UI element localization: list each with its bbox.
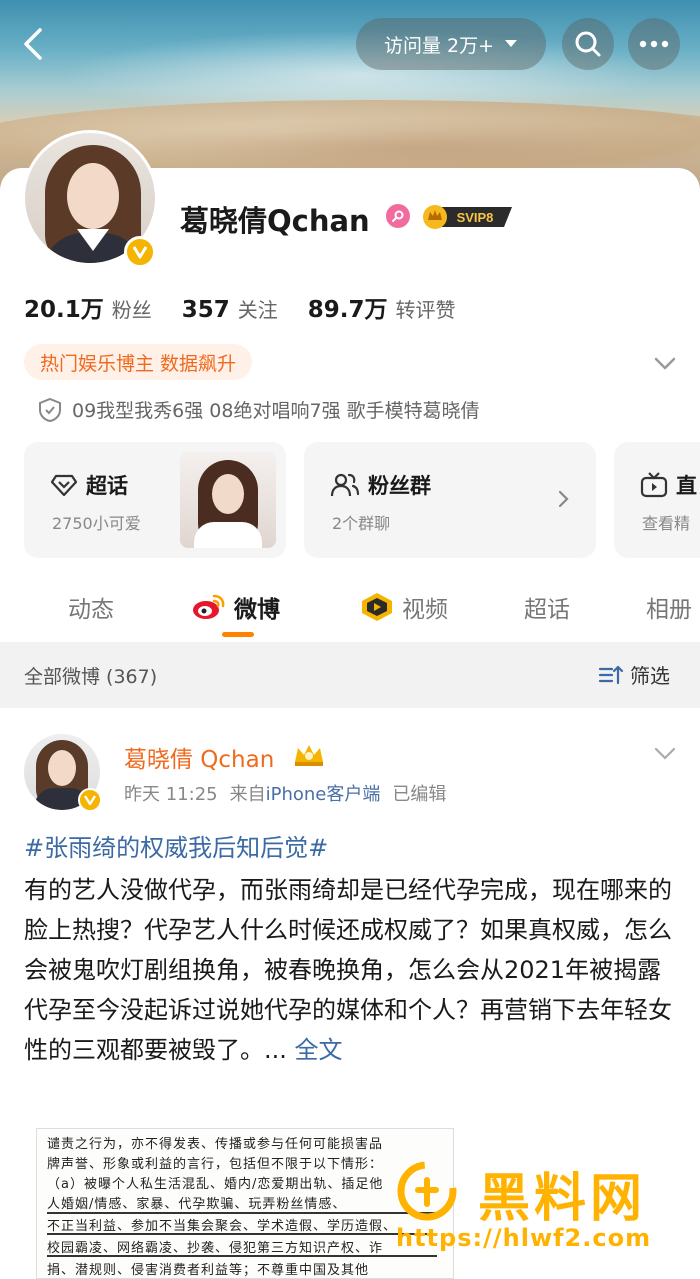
tab-album[interactable]: 相册 — [646, 590, 692, 624]
search-icon — [575, 31, 601, 57]
visits-label: 访问量 2万+ — [383, 34, 495, 57]
post-count: 全部微博 (367) — [24, 666, 158, 688]
following-label[interactable]: 关注 — [238, 294, 278, 323]
watermark-logo — [397, 1161, 457, 1221]
weibo-icon — [193, 594, 225, 619]
post-menu-chevron-icon[interactable] — [652, 744, 678, 764]
profile-tabs: 动态 微博 视频 超话 相册 — [0, 582, 700, 642]
profile-stats: 20.1万 粉丝 357 关注 89.7万 转评赞 — [24, 290, 486, 324]
post-meta: 昨天 11:25 来自iPhone客户端 已编辑 — [124, 780, 446, 806]
fans-count[interactable]: 20.1万 — [24, 290, 104, 324]
super-topic-card[interactable]: 超话 2750小可爱 — [24, 442, 286, 558]
post-time: 昨天 11:25 — [124, 784, 218, 805]
live-sub: 查看精 — [642, 514, 691, 533]
watermark: 黑料网 https://hlwf2.com — [392, 1156, 692, 1256]
tv-icon — [640, 472, 668, 498]
watermark-title: 黑料网 — [478, 1169, 647, 1229]
profile-name: 葛晓倩Qchan — [180, 204, 370, 238]
hot-blogger-tag[interactable]: 热门娱乐博主 数据飙升 — [24, 344, 253, 380]
super-topic-thumbnail — [180, 452, 276, 548]
super-topic-title: 超话 — [86, 474, 128, 498]
svip-label: SVIP8 — [457, 210, 494, 225]
post-hashtag[interactable]: #张雨绮的权威我后知后觉# — [24, 828, 328, 863]
chevron-down-icon[interactable] — [652, 350, 678, 376]
live-title: 直 — [676, 474, 697, 498]
doc-line: 牌声誉、形象或利益的言行，包括但不限于以下情形： — [47, 1157, 384, 1172]
doc-line: 校园霸凌、网络霸凌、抄袭、侵犯第三方知识产权、诈 — [47, 1241, 384, 1256]
visits-pill[interactable]: 访问量 2万+ — [356, 18, 546, 70]
filter-icon — [598, 665, 624, 684]
active-tab-indicator — [222, 632, 254, 637]
post-author[interactable]: 葛晓倩 Qchan — [124, 740, 274, 774]
shield-icon — [39, 397, 61, 422]
watermark-url: https://hlwf2.com — [396, 1224, 652, 1252]
doc-line: 谴责之行为，亦不得发表、传播或参与任何可能损害品 — [47, 1137, 384, 1152]
live-card[interactable]: 直 查看精 — [614, 442, 700, 558]
tab-super-topic[interactable]: 超话 — [524, 590, 570, 624]
interactions-label: 转评赞 — [395, 298, 456, 322]
filter-bar: 全部微博 (367) 筛选 — [0, 642, 700, 708]
bio-text: 09我型我秀6强 08绝对唱响7强 歌手模特葛晓倩 — [72, 400, 480, 422]
doc-line: （a）被曝个人私生活混乱、婚内/恋爱期出轨、插足他 — [47, 1177, 384, 1192]
filter-label: 筛选 — [630, 664, 670, 688]
fan-group-title: 粉丝群 — [368, 474, 431, 498]
fan-group-sub: 2个群聊 — [332, 514, 391, 533]
chevron-right-icon — [552, 488, 574, 510]
post-body: 有的艺人没做代孕，而张雨绮却是已经代孕完成，现在哪来的脸上热搜？代孕艺人什么时候… — [24, 870, 676, 1070]
caret-down-icon — [505, 40, 518, 47]
post-source[interactable]: iPhone客户端 — [266, 784, 381, 805]
tab-video[interactable]: 视频 — [360, 590, 448, 624]
super-topic-sub: 2750小可爱 — [52, 514, 141, 533]
post-text: 有的艺人没做代孕，而张雨绮却是已经代孕完成，现在哪来的脸上热搜？代孕艺人什么时候… — [24, 876, 672, 1064]
tab-weibo[interactable]: 微博 — [192, 590, 280, 624]
search-button[interactable] — [562, 18, 614, 70]
more-icon — [639, 40, 669, 48]
back-icon[interactable] — [14, 24, 54, 64]
post-source-prefix: 来自 — [229, 784, 266, 805]
following-count[interactable]: 357 — [182, 297, 230, 323]
fans-label[interactable]: 粉丝 — [112, 294, 152, 323]
fan-group-card[interactable]: 粉丝群 2个群聊 — [304, 442, 596, 558]
crown-icon — [295, 745, 323, 766]
group-icon — [330, 473, 360, 497]
doc-line: 捐、潜规则、侵害消费者利益等；不尊重中国及其他 — [47, 1263, 370, 1278]
verified-icon — [124, 236, 156, 268]
doc-line: 不正当利益、参加不当集会聚会、学术造假、学历造假、 — [47, 1219, 398, 1234]
doc-line: 人婚姻/情感、家暴、代孕欺骗、玩弄粉丝情感、 — [47, 1197, 347, 1212]
tab-dynamic[interactable]: 动态 — [68, 590, 114, 624]
svip-badge[interactable]: SVIP8 — [422, 204, 514, 230]
verified-icon — [78, 788, 102, 812]
post-edited[interactable]: 已编辑 — [392, 780, 446, 806]
video-icon — [362, 593, 392, 621]
diamond-icon — [50, 474, 78, 497]
read-more-link[interactable]: 全文 — [295, 1036, 343, 1064]
more-button[interactable] — [628, 18, 680, 70]
interactions-count: 89.7万 — [307, 297, 388, 323]
filter-button[interactable]: 筛选 — [598, 660, 670, 689]
bio: 09我型我秀6强 08绝对唱响7强 歌手模特葛晓倩 — [38, 396, 480, 423]
female-icon — [386, 204, 410, 228]
